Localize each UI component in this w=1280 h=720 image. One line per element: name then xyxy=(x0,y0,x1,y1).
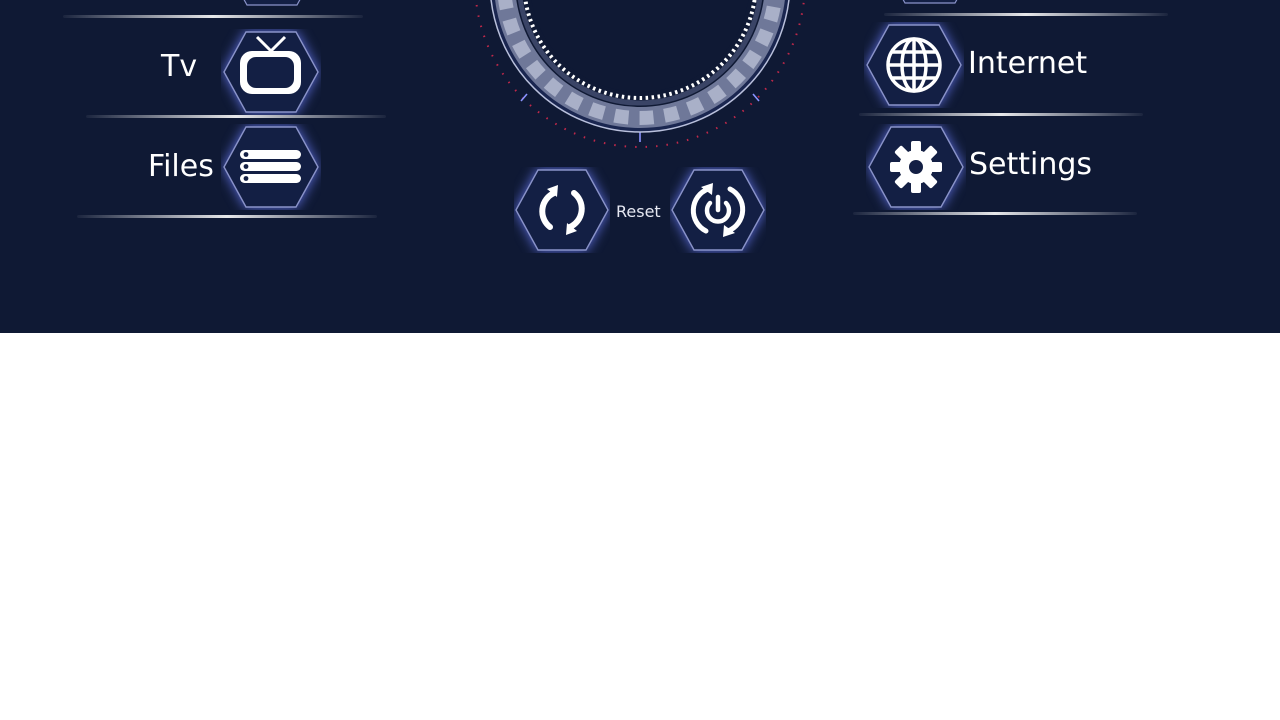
menu-item-settings[interactable]: Settings xyxy=(866,123,1106,209)
blank-area xyxy=(0,333,1280,720)
globe-icon xyxy=(886,37,942,93)
menu-item-label: Tv xyxy=(161,49,198,84)
menu-item-tv[interactable]: Tv xyxy=(140,28,330,114)
files-list-icon xyxy=(240,150,301,183)
reset-label: Reset xyxy=(616,202,661,221)
partial-hex-top-right xyxy=(880,0,980,6)
internet-icon-hex xyxy=(864,22,964,108)
reset-button[interactable] xyxy=(514,167,610,253)
divider-left-bottom xyxy=(77,215,377,218)
partial-hex-top-left xyxy=(222,0,322,8)
divider-right-mid xyxy=(859,113,1143,116)
launcher-panel: Tv Files Internet Settings Reset xyxy=(0,0,1280,333)
divider-right-top xyxy=(884,13,1168,16)
menu-item-internet[interactable]: Internet xyxy=(864,21,1104,107)
power-button[interactable] xyxy=(670,167,766,253)
central-dial[interactable] xyxy=(470,0,810,150)
menu-item-label: Files xyxy=(148,149,214,184)
menu-item-label: Internet xyxy=(968,46,1088,81)
settings-icon-hex xyxy=(866,124,966,210)
menu-item-files[interactable]: Files xyxy=(140,123,330,209)
menu-item-label: Settings xyxy=(969,147,1093,182)
divider-left-mid xyxy=(86,115,386,118)
tv-icon-hex xyxy=(221,29,321,115)
divider-left-top xyxy=(63,15,363,18)
divider-right-bottom xyxy=(853,212,1137,215)
gear-icon xyxy=(890,141,942,193)
files-icon-hex xyxy=(221,124,321,210)
